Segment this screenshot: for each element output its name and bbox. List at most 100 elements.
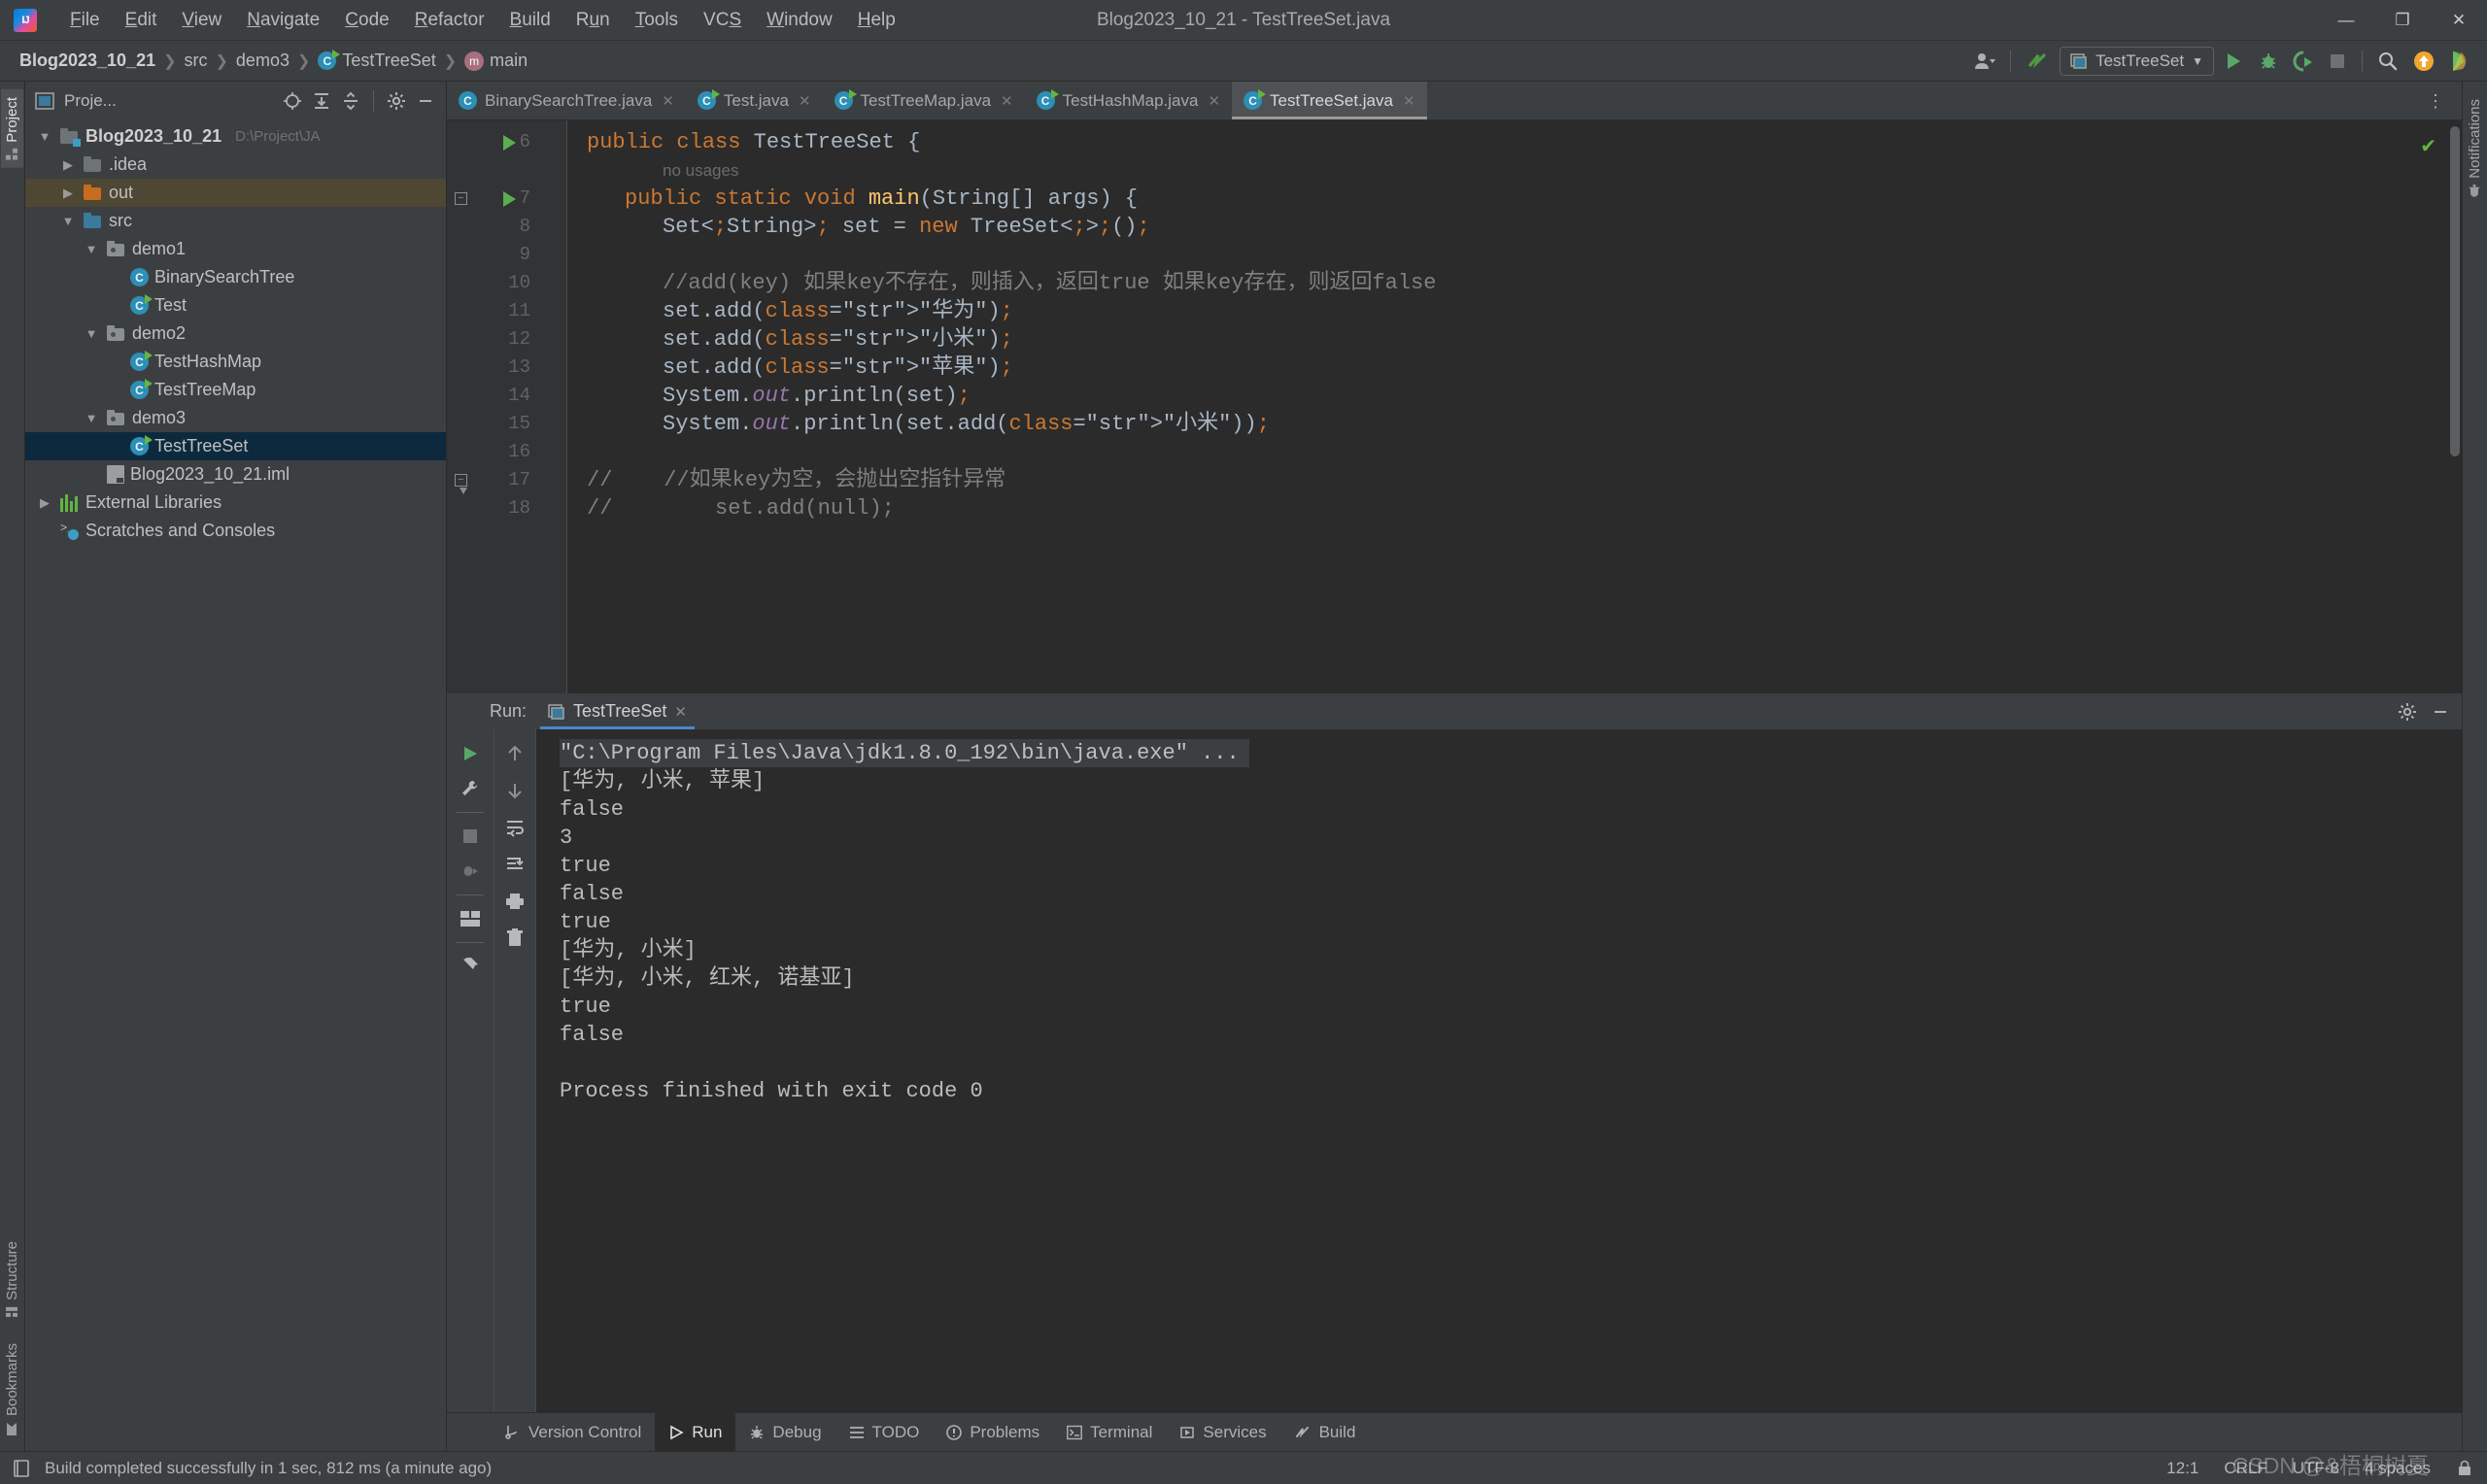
tree-node-demo3[interactable]: ▼ demo3 (25, 404, 446, 432)
editor-gutter[interactable]: 6 7 8 9 10 11 12 13 14 15 16 17 18 (447, 120, 540, 693)
close-icon[interactable]: ✕ (1208, 92, 1220, 110)
scroll-to-end-icon[interactable] (498, 848, 531, 881)
tree-node-blog2023-10-21[interactable]: ▼ Blog2023_10_21 D:\Project\JA (25, 122, 446, 151)
modify-run-configuration-icon[interactable] (454, 772, 487, 805)
code-fold-toggle[interactable]: − (455, 474, 467, 494)
chevron-right-icon[interactable]: ▶ (58, 157, 78, 173)
hide-panel-icon[interactable] (413, 88, 438, 114)
tool-window-tab-problems[interactable]: Problems (933, 1413, 1053, 1451)
close-icon[interactable]: ✕ (799, 92, 811, 110)
sidebar-item-bookmarks[interactable]: Bookmarks (1, 1335, 23, 1443)
tool-window-tab-debug[interactable]: Debug (735, 1413, 835, 1451)
indent-setting[interactable]: 4 spaces (2365, 1459, 2431, 1478)
code-fold-toggle[interactable]: − (455, 192, 467, 205)
tree-node--idea[interactable]: ▶ .idea (25, 151, 446, 179)
editor-scrollbar[interactable] (2450, 126, 2460, 456)
line-separator[interactable]: CRLF (2224, 1459, 2266, 1478)
soft-wrap-icon[interactable] (498, 811, 531, 844)
gutter-run-icon[interactable] (503, 135, 516, 151)
settings-gear-icon[interactable] (384, 88, 409, 114)
menu-navigate[interactable]: Navigate (235, 7, 331, 33)
menu-refactor[interactable]: Refactor (403, 7, 496, 33)
editor-tab-testtreeset[interactable]: TestTreeSet.java ✕ (1232, 82, 1427, 119)
settings-gear-icon[interactable] (2398, 702, 2417, 722)
tree-node-external-libraries[interactable]: ▶ External Libraries (25, 489, 446, 517)
tree-node-src[interactable]: ▼ src (25, 207, 446, 235)
sidebar-item-structure[interactable]: Structure (1, 1233, 23, 1326)
rerun-icon[interactable] (454, 737, 487, 770)
gutter-run-icon[interactable] (503, 191, 516, 207)
tool-window-tab-run[interactable]: Run (655, 1413, 736, 1451)
maximize-button[interactable]: ❐ (2374, 0, 2431, 41)
breadcrumb-item-package[interactable]: demo3 (230, 48, 295, 74)
run-session-tab[interactable]: TestTreeSet ✕ (540, 693, 695, 729)
expand-all-icon[interactable] (309, 88, 334, 114)
stop-button[interactable] (2323, 46, 2352, 77)
editor-tab-testhashmap[interactable]: TestHashMap.java ✕ (1025, 82, 1232, 119)
pin-tab-icon[interactable] (454, 950, 487, 983)
menu-file[interactable]: FFileile (58, 7, 112, 33)
console-output[interactable]: "C:\Program Files\Java\jdk1.8.0_192\bin\… (536, 729, 2462, 1412)
chevron-right-icon[interactable]: ▶ (58, 186, 78, 201)
tool-window-tab-services[interactable]: Services (1166, 1413, 1279, 1451)
editor-tab-testtreemap[interactable]: TestTreeMap.java ✕ (823, 82, 1025, 119)
tree-node-scratches-and-consoles[interactable]: Scratches and Consoles (25, 517, 446, 545)
print-icon[interactable] (498, 885, 531, 918)
close-icon[interactable]: ✕ (662, 92, 674, 110)
thread-dump-icon[interactable] (454, 855, 487, 888)
breadcrumb-item-class[interactable]: TestTreeSet (312, 48, 441, 74)
menu-run[interactable]: Run (564, 7, 622, 33)
vcs-update-icon[interactable] (2021, 46, 2056, 77)
minimize-button[interactable]: — (2318, 0, 2374, 41)
debug-button[interactable] (2253, 46, 2284, 77)
close-icon[interactable]: ✕ (1001, 92, 1013, 110)
chevron-down-icon[interactable]: ▼ (82, 326, 101, 341)
user-avatar-icon[interactable] (1969, 46, 2000, 77)
run-with-coverage-button[interactable] (2288, 46, 2319, 77)
menu-help[interactable]: Help (846, 7, 907, 33)
tool-window-tab-terminal[interactable]: Terminal (1053, 1413, 1166, 1451)
scroll-up-icon[interactable] (498, 737, 531, 770)
close-icon[interactable]: ✕ (1403, 92, 1415, 110)
chevron-down-icon[interactable]: ▼ (35, 129, 54, 144)
sidebar-item-notifications[interactable]: Notifications (2464, 91, 2486, 205)
editor-tabs-more-icon[interactable]: ⋮ (2419, 82, 2452, 120)
hide-panel-icon[interactable] (2431, 702, 2450, 722)
tree-node-testtreeset[interactable]: TestTreeSet (25, 432, 446, 460)
breadcrumb-item-src[interactable]: src (179, 48, 214, 74)
menu-window[interactable]: Window (755, 7, 844, 33)
chevron-right-icon[interactable]: ▶ (35, 495, 54, 511)
collapse-all-icon[interactable] (338, 88, 363, 114)
tree-node-binarysearchtree[interactable]: BinarySearchTree (25, 263, 446, 291)
search-everywhere-icon[interactable] (2372, 46, 2403, 77)
tree-node-demo2[interactable]: ▼ demo2 (25, 320, 446, 348)
tree-node-demo1[interactable]: ▼ demo1 (25, 235, 446, 263)
breadcrumb-item-project[interactable]: Blog2023_10_21 (14, 48, 161, 74)
tree-node-out[interactable]: ▶ out (25, 179, 446, 207)
run-configuration-selector[interactable]: TestTreeSet ▼ (2060, 47, 2214, 76)
read-only-toggle-icon[interactable] (2456, 1460, 2473, 1477)
sidebar-item-project[interactable]: Project (1, 89, 23, 168)
menu-code[interactable]: Code (333, 7, 400, 33)
tree-node-test[interactable]: Test (25, 291, 446, 320)
caret-position[interactable]: 12:1 (2166, 1459, 2198, 1478)
stop-icon[interactable] (454, 820, 487, 853)
editor-tab-binarysearchtree[interactable]: BinarySearchTree.java ✕ (447, 82, 686, 119)
update-available-icon[interactable] (2407, 46, 2440, 77)
editor-tab-test[interactable]: Test.java ✕ (686, 82, 823, 119)
tool-window-tab-todo[interactable]: TODO (835, 1413, 934, 1451)
menu-edit[interactable]: Edit (114, 7, 169, 33)
run-button[interactable] (2218, 46, 2249, 77)
project-tree[interactable]: ▼ Blog2023_10_21 D:\Project\JA ▶ .idea ▶ out ▼ s… (25, 120, 446, 1451)
chevron-down-icon[interactable]: ▼ (82, 411, 101, 425)
layout-icon[interactable] (454, 902, 487, 935)
menu-build[interactable]: Build (498, 7, 562, 33)
code-folding-strip[interactable]: − − (455, 120, 567, 693)
ide-assistant-icon[interactable] (2444, 46, 2477, 77)
breadcrumb-item-method[interactable]: m main (459, 48, 533, 74)
chevron-down-icon[interactable]: ▼ (82, 242, 101, 256)
file-encoding[interactable]: UTF-8 (2293, 1459, 2339, 1478)
chevron-down-icon[interactable]: ▼ (58, 214, 78, 228)
tool-window-tab-version-control[interactable]: Version Control (490, 1413, 655, 1451)
menu-view[interactable]: View (170, 7, 233, 33)
